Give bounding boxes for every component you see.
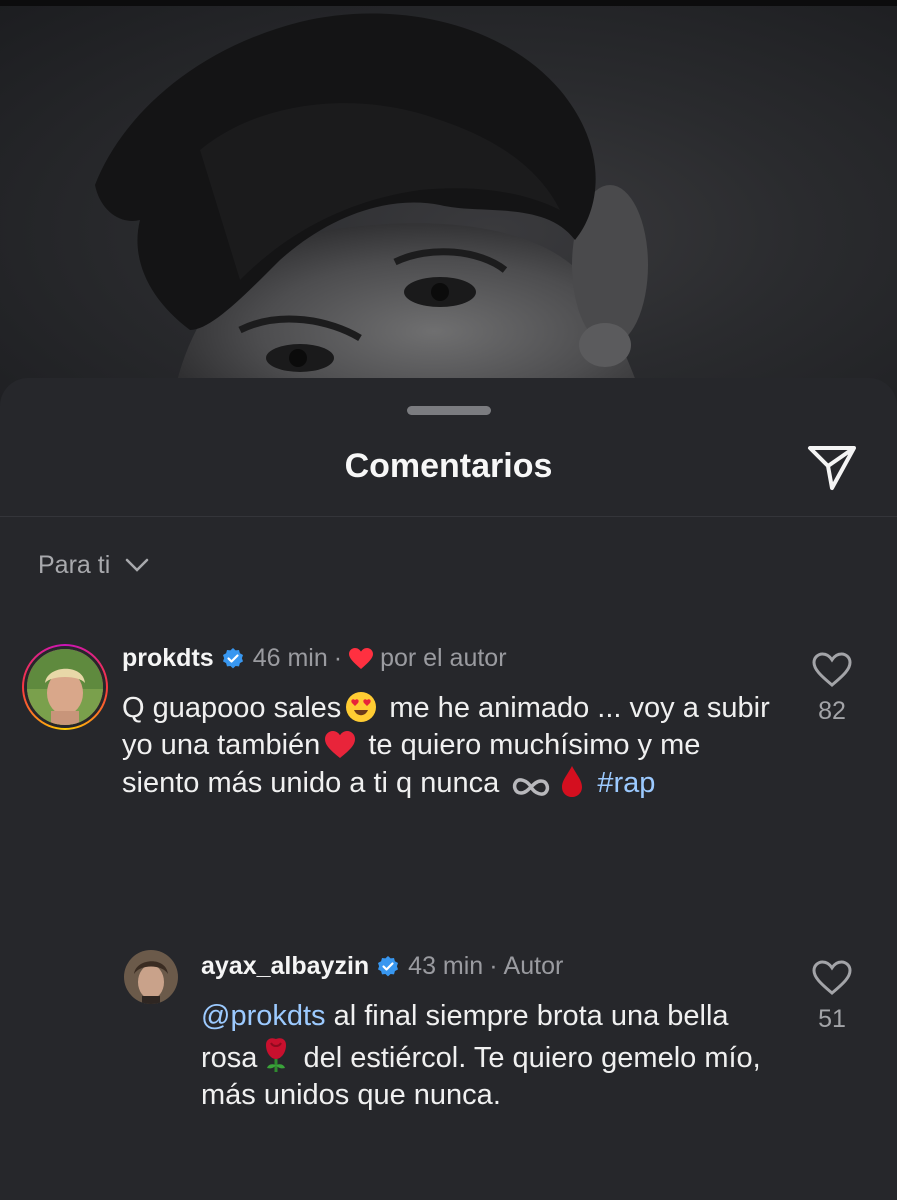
header-divider	[0, 516, 897, 517]
chevron-down-icon	[126, 558, 149, 572]
reply-item: ayax_albayzin 43 min · Autor @prokdts al…	[0, 948, 897, 1128]
meta-separator: ·	[489, 952, 498, 980]
story-ring[interactable]	[22, 644, 108, 730]
heart-eyes-emoji-icon	[346, 692, 377, 722]
comment-text-part: Q guapooo sales	[122, 692, 342, 724]
sheet-title: Comentarios	[344, 447, 553, 485]
sort-dropdown[interactable]: Para ti	[38, 548, 150, 582]
verified-badge-icon	[378, 955, 399, 976]
mention-link[interactable]: @prokdts	[201, 1000, 326, 1032]
comment-meta: prokdts 46 min · por el autor	[122, 644, 507, 673]
comments-sheet: Comentarios Para ti prokdts 46 min · por…	[0, 378, 897, 1200]
infinity-emoji-icon	[513, 778, 550, 796]
author-label: Autor	[503, 952, 564, 980]
red-heart-emoji-icon	[325, 731, 356, 758]
heart-icon	[349, 647, 374, 669]
avatar-image	[27, 649, 103, 725]
comment-like-button[interactable]: 82	[802, 652, 862, 726]
send-icon[interactable]	[804, 438, 860, 494]
like-count: 82	[818, 697, 846, 725]
comment-item: prokdts 46 min · por el autor Q guapooo …	[0, 640, 897, 840]
liked-by-author-label: por el autor	[380, 644, 507, 672]
comment-time: 46 min	[252, 644, 328, 672]
rose-emoji-icon	[266, 1038, 287, 1072]
drop-of-blood-emoji-icon	[562, 766, 583, 797]
avatar[interactable]	[124, 950, 178, 1004]
sheet-header: Comentarios	[0, 434, 897, 516]
reply-text: @prokdts al final siempre brota una bell…	[201, 998, 771, 1114]
portrait-illustration	[95, 13, 650, 420]
heart-outline-icon	[812, 960, 852, 995]
comment-text: Q guapooo sales me he animado ... voy a …	[122, 690, 772, 802]
post-photo	[0, 0, 897, 420]
like-count: 51	[818, 1005, 846, 1033]
reply-username[interactable]: ayax_albayzin	[201, 952, 369, 981]
avatar	[24, 646, 106, 728]
verified-badge-icon	[222, 647, 243, 668]
meta-separator: ·	[333, 644, 343, 672]
sheet-grabber-handle[interactable]	[407, 406, 491, 415]
hashtag-link[interactable]: #rap	[597, 767, 655, 799]
reply-meta: ayax_albayzin 43 min · Autor	[201, 952, 563, 981]
heart-outline-icon	[812, 652, 852, 687]
reply-time: 43 min	[408, 952, 484, 980]
comment-username[interactable]: prokdts	[122, 644, 214, 673]
avatar-image	[124, 950, 178, 1004]
reply-like-button[interactable]: 51	[802, 960, 862, 1034]
sort-label: Para ti	[38, 550, 111, 579]
